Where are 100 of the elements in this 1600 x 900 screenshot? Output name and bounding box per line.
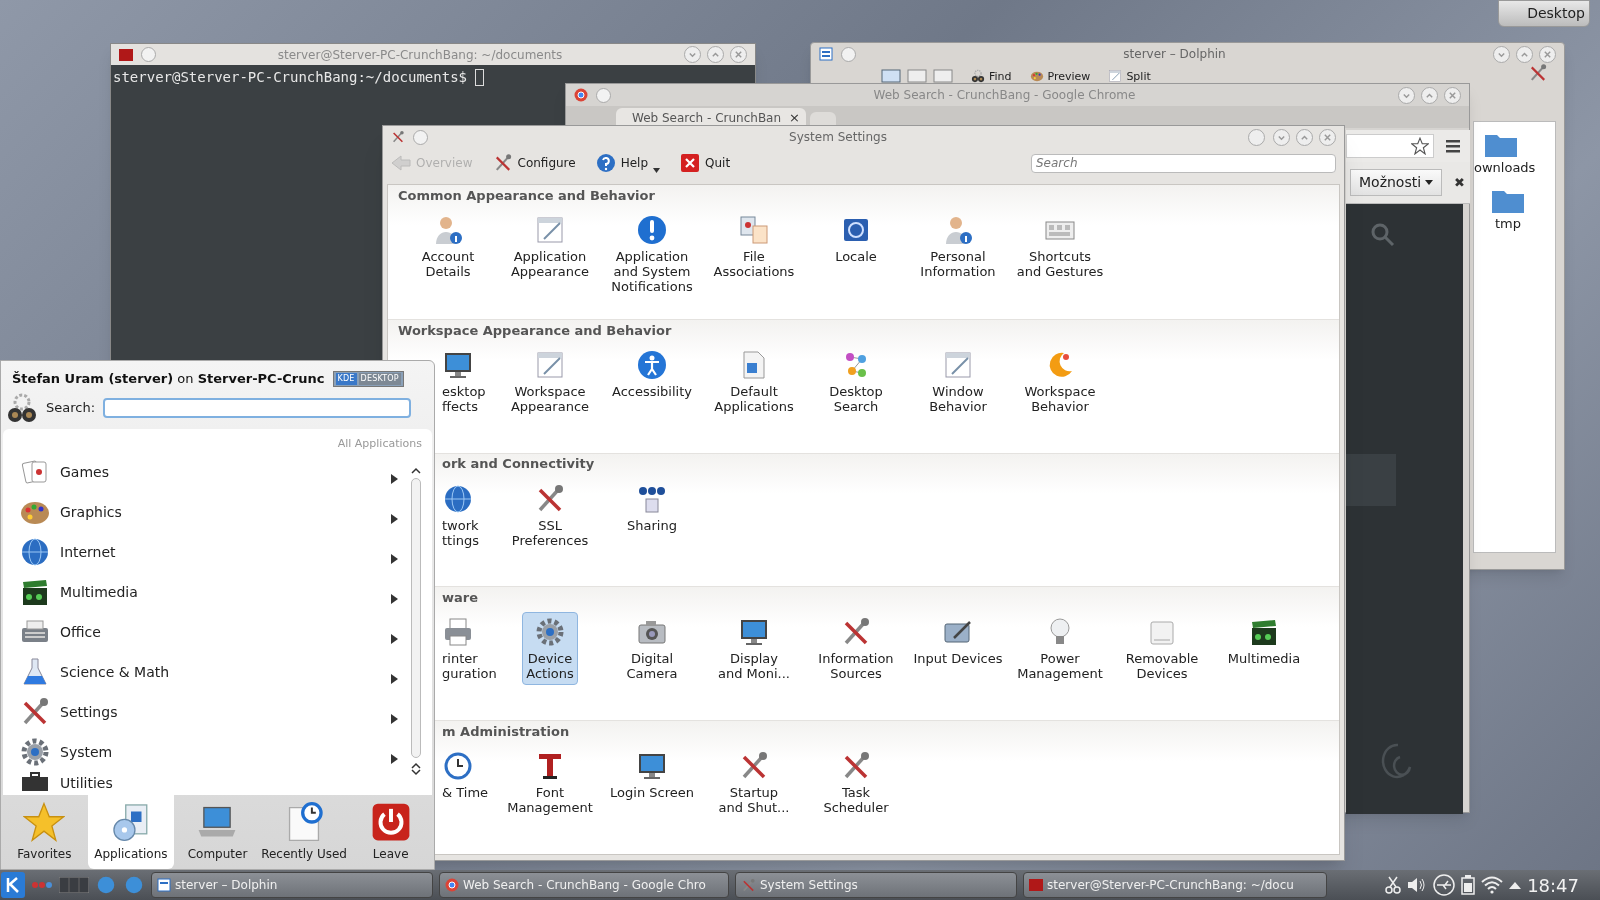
browser-tab[interactable]: Web Search - CrunchBan × bbox=[616, 108, 806, 128]
module-launcher[interactable]: Device Actions bbox=[522, 612, 578, 686]
module-launcher[interactable]: Input Devices bbox=[909, 612, 1007, 686]
search-field[interactable]: Search bbox=[1031, 153, 1336, 173]
module-launcher[interactable]: Font Management bbox=[503, 746, 597, 820]
minimize-button[interactable] bbox=[1398, 86, 1415, 104]
category-item[interactable]: System bbox=[19, 732, 398, 772]
view-mode-icon[interactable] bbox=[907, 69, 927, 83]
module-launcher[interactable]: Shortcuts and Gestures bbox=[1012, 210, 1108, 298]
usb-icon[interactable] bbox=[1433, 874, 1456, 896]
task-button[interactable]: Web Search - CrunchBang - Google Chro bbox=[439, 872, 729, 898]
folder-item[interactable]: tmp bbox=[1474, 187, 1542, 233]
close-button[interactable] bbox=[1539, 45, 1556, 63]
scrollbar-thumb[interactable] bbox=[411, 477, 421, 758]
module-launcher[interactable]: Login Screen bbox=[606, 746, 698, 820]
module-launcher[interactable]: Startup and Shut... bbox=[714, 746, 794, 820]
launcher-tab[interactable]: Recently Used bbox=[260, 795, 348, 869]
module-launcher[interactable]: Removable Devices bbox=[1121, 612, 1203, 686]
window-menu-button[interactable] bbox=[413, 129, 428, 145]
minimize-button[interactable] bbox=[684, 46, 701, 63]
menu-icon[interactable] bbox=[1446, 139, 1460, 153]
module-launcher[interactable]: Information Sources bbox=[814, 612, 898, 686]
scroll-up-icon[interactable] bbox=[411, 761, 421, 769]
pager-icon[interactable] bbox=[59, 877, 89, 893]
task-button[interactable]: sterver@Sterver-PC-CrunchBang: ~/docu bbox=[1023, 872, 1327, 898]
module-launcher[interactable]: Locale bbox=[831, 210, 881, 298]
battery-icon[interactable] bbox=[1461, 875, 1476, 895]
scroll-up-icon[interactable] bbox=[411, 466, 421, 474]
module-launcher[interactable]: Power Management bbox=[1013, 612, 1107, 686]
toolbar-button[interactable]: Help bbox=[591, 153, 665, 173]
category-item[interactable]: Multimedia bbox=[19, 572, 398, 612]
module-launcher[interactable]: File Associations bbox=[709, 210, 799, 298]
expand-tray-icon[interactable] bbox=[1509, 881, 1522, 889]
bookmark-star-icon[interactable] bbox=[1411, 137, 1429, 155]
desktop-button[interactable]: Desktop bbox=[1498, 0, 1590, 27]
scroll-down-icon[interactable] bbox=[411, 768, 421, 776]
wifi-icon[interactable] bbox=[1481, 876, 1504, 894]
toolbar-button[interactable]: Find bbox=[971, 69, 1012, 83]
module-launcher[interactable]: rinter guration bbox=[438, 612, 501, 686]
minimize-button[interactable] bbox=[1493, 45, 1510, 63]
launcher-tab[interactable]: Favorites bbox=[1, 795, 88, 869]
close-button[interactable] bbox=[1444, 86, 1461, 104]
help-button[interactable] bbox=[1248, 128, 1265, 146]
activity-dots-icon[interactable] bbox=[31, 881, 53, 889]
launcher-tab[interactable]: Computer bbox=[174, 795, 261, 869]
clock[interactable]: 18:47 bbox=[1527, 871, 1579, 899]
module-launcher[interactable]: Workspace Behavior bbox=[1020, 344, 1100, 418]
maximize-button[interactable] bbox=[1421, 86, 1438, 104]
task-button[interactable]: System Settings bbox=[735, 872, 1017, 898]
category-item[interactable]: Utilities bbox=[19, 772, 398, 794]
toolbar-button[interactable]: Preview bbox=[1029, 69, 1091, 83]
module-launcher[interactable]: Accessibility bbox=[608, 344, 696, 418]
module-launcher[interactable]: Digital Camera bbox=[622, 612, 682, 686]
module-launcher[interactable]: Default Applications bbox=[710, 344, 798, 418]
category-item[interactable]: Games bbox=[19, 452, 398, 492]
globe-icon[interactable] bbox=[95, 874, 117, 896]
module-launcher[interactable]: Personal Information bbox=[916, 210, 1000, 298]
kde-launcher-icon[interactable] bbox=[1, 872, 25, 898]
launcher-tab[interactable]: Applications bbox=[87, 795, 175, 869]
toolbar-button[interactable]: Quit bbox=[676, 153, 735, 173]
search-field[interactable] bbox=[103, 397, 412, 418]
globe-icon[interactable] bbox=[123, 874, 145, 896]
task-button[interactable]: sterver – Dolphin bbox=[151, 872, 433, 898]
toolbar-button[interactable]: Split bbox=[1108, 69, 1151, 83]
scissors-icon[interactable] bbox=[1385, 876, 1402, 894]
maximize-button[interactable] bbox=[1296, 128, 1313, 146]
close-button[interactable] bbox=[1319, 128, 1336, 146]
maximize-button[interactable] bbox=[707, 46, 724, 63]
tab-close-button[interactable]: × bbox=[789, 108, 800, 128]
close-button[interactable] bbox=[730, 46, 747, 63]
module-launcher[interactable]: SSL Preferences bbox=[507, 478, 593, 552]
module-launcher[interactable]: Window Behavior bbox=[925, 344, 991, 418]
module-launcher[interactable]: Display and Moni... bbox=[714, 612, 794, 686]
volume-icon[interactable] bbox=[1407, 877, 1428, 893]
module-launcher[interactable]: & Time bbox=[438, 746, 493, 820]
window-menu-button[interactable] bbox=[141, 47, 156, 62]
maximize-button[interactable] bbox=[1516, 45, 1533, 63]
toolbar-button[interactable]: Configure bbox=[488, 153, 580, 173]
category-item[interactable]: Graphics bbox=[19, 492, 398, 532]
module-launcher[interactable]: esktop ffects bbox=[438, 344, 490, 418]
address-bar[interactable] bbox=[1346, 134, 1434, 158]
module-launcher[interactable]: Sharing bbox=[623, 478, 681, 552]
module-launcher[interactable]: Desktop Search bbox=[825, 344, 887, 418]
options-dropdown[interactable]: Možnosti bbox=[1350, 169, 1443, 196]
launcher-tab[interactable]: Leave bbox=[347, 795, 434, 869]
category-item[interactable]: Office bbox=[19, 612, 398, 652]
module-launcher[interactable]: Application and System Notifications bbox=[607, 210, 697, 298]
module-launcher[interactable]: Application Appearance bbox=[506, 210, 594, 298]
folder-item[interactable]: ownloads bbox=[1474, 132, 1542, 178]
category-item[interactable]: Settings bbox=[19, 692, 398, 732]
module-launcher[interactable]: Multimedia bbox=[1223, 612, 1305, 686]
module-launcher[interactable]: Task Scheduler bbox=[819, 746, 893, 820]
category-item[interactable]: Science & Math bbox=[19, 652, 398, 692]
module-launcher[interactable]: Workspace Appearance bbox=[506, 344, 594, 418]
minimize-button[interactable] bbox=[1273, 128, 1290, 146]
close-bar-button[interactable]: ✖ bbox=[1454, 172, 1465, 193]
view-mode-icon[interactable] bbox=[881, 69, 901, 83]
view-mode-icon[interactable] bbox=[933, 69, 953, 83]
window-menu-button[interactable] bbox=[596, 87, 611, 103]
window-menu-button[interactable] bbox=[841, 46, 856, 62]
